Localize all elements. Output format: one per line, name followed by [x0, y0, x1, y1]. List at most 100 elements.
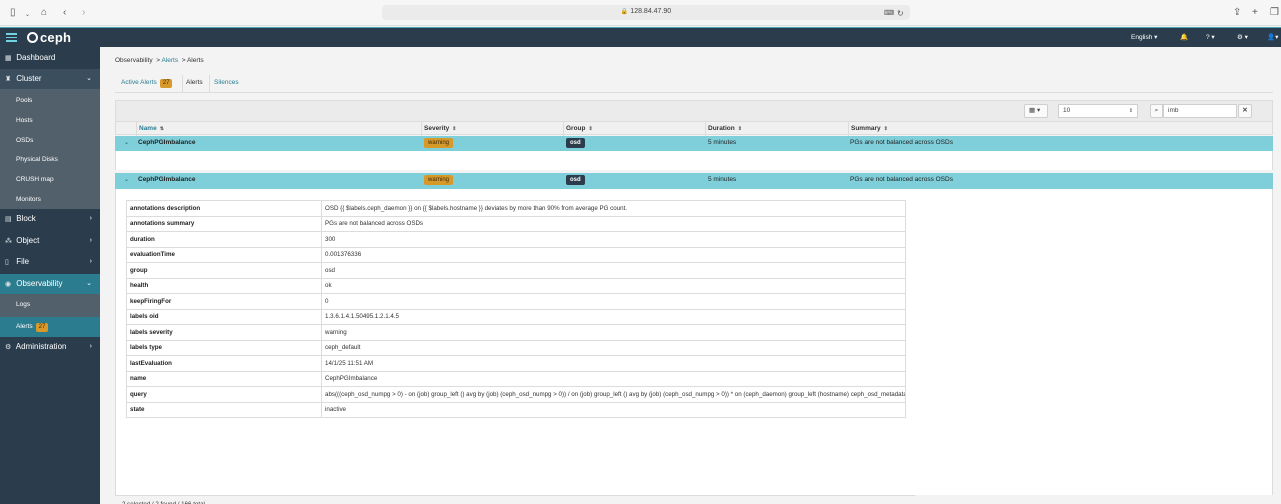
forward-icon[interactable]: ›: [82, 7, 85, 19]
alerts-count-badge: 27: [35, 323, 49, 332]
ceph-logo[interactable]: ceph: [27, 30, 71, 45]
breadcrumb-root: Observability: [115, 57, 153, 64]
tab-label: Active Alerts: [121, 79, 157, 86]
detail-key: name: [126, 370, 322, 387]
sidebar-item-object[interactable]: ⁂ Object ›: [0, 231, 100, 251]
sidebar-item-hosts[interactable]: Hosts: [16, 117, 33, 124]
severity-badge: warning: [424, 175, 454, 185]
sidebar-item-alerts[interactable]: Alerts 27: [0, 317, 100, 337]
spinner-arrows-icon: ⇕: [1128, 108, 1133, 114]
column-label: Group: [566, 125, 586, 132]
sort-icon: ⇕: [883, 126, 888, 132]
eye-icon: ◉: [5, 281, 12, 288]
sidebar-item-observability[interactable]: ◉ Observability ⌄: [0, 274, 100, 294]
menu-icon[interactable]: [6, 31, 17, 42]
detail-value: CephPGImbalance: [321, 370, 906, 387]
detail-value: 0.001376336: [321, 246, 906, 263]
sidebar-item-pools[interactable]: Pools: [16, 97, 32, 104]
group-badge: osd: [566, 138, 585, 148]
sidebar-item-cluster[interactable]: ♜ Cluster ⌄: [0, 69, 100, 89]
detail-key: labels oid: [126, 308, 322, 325]
sidebar-item-crush-map[interactable]: CRUSH map: [16, 176, 54, 183]
url-text: 128.84.47.90: [630, 8, 672, 15]
column-header-duration[interactable]: Duration ⇕: [705, 122, 848, 136]
sidebar-item-physical-disks[interactable]: Physical Disks: [16, 156, 58, 163]
sidebar-item-administration[interactable]: ⚙ Administration ›: [0, 337, 100, 357]
new-tab-icon[interactable]: +: [1252, 7, 1258, 19]
clear-search-button[interactable]: ✕: [1238, 104, 1252, 118]
alert-details-table: annotations description OSD {{ $labels.ce…: [126, 200, 906, 418]
chevron-down-icon[interactable]: ⌄: [124, 176, 129, 183]
detail-key: duration: [126, 231, 322, 248]
tab-silences[interactable]: Silences: [214, 79, 239, 86]
alert-summary: PGs are not balanced across OSDs: [850, 139, 953, 146]
detail-row: group osd: [126, 262, 906, 279]
sidebar-toggle-icon[interactable]: ▯: [10, 7, 16, 19]
tab-alerts[interactable]: Alerts: [186, 79, 203, 86]
chevron-down-icon[interactable]: ⌄: [25, 9, 30, 21]
reload-icon[interactable]: ↻: [897, 8, 904, 20]
detail-row: lastEvaluation 14/1/25 11:51 AM: [126, 355, 906, 372]
alert-duration: 5 minutes: [708, 176, 737, 183]
column-header-group[interactable]: Group ⇕: [563, 122, 705, 136]
address-bar[interactable]: 🔒 128.84.47.90: [382, 5, 910, 20]
sidebar-item-label: Block: [16, 214, 36, 223]
file-icon: ▯: [5, 259, 9, 266]
search-input[interactable]: imb: [1163, 104, 1237, 118]
breadcrumb-alerts-link[interactable]: Alerts: [161, 57, 178, 64]
back-icon[interactable]: ‹: [63, 7, 66, 19]
detail-row: state inactive: [126, 401, 906, 418]
table-row[interactable]: ⌄ CephPGImbalance warning osd 5 minutes …: [115, 136, 1273, 151]
detail-row: keepFiringFor 0: [126, 293, 906, 310]
dashboard-icon: ▦: [5, 55, 12, 62]
page-size-value: 10: [1063, 107, 1071, 114]
detail-row: health ok: [126, 277, 906, 294]
language-selector[interactable]: English ▾: [1131, 33, 1157, 41]
page-size-select[interactable]: 10 ⇕: [1058, 104, 1138, 118]
sidebar-item-osds[interactable]: OSDs: [16, 137, 33, 144]
sidebar-item-label: Observability: [16, 279, 63, 288]
table-row[interactable]: ⌄ CephPGImbalance warning osd 5 minutes …: [115, 173, 1273, 189]
column-label: Duration: [708, 125, 735, 132]
alert-duration: 5 minutes: [708, 139, 737, 146]
tab-active-alerts[interactable]: Active Alerts 27: [121, 79, 173, 88]
table-header: Name ⇅ Severity ⇕ Group ⇕ Duration ⇕ Summary…: [115, 121, 1274, 136]
detail-key: query: [126, 386, 322, 403]
sidebar-item-file[interactable]: ▯ File ›: [0, 252, 100, 272]
column-toggle-button[interactable]: ▦ ▾: [1024, 104, 1048, 118]
detail-row: labels type ceph_default: [126, 339, 906, 356]
sidebar-item-block[interactable]: ▤ Block ›: [0, 209, 100, 229]
help-icon[interactable]: ? ▾: [1206, 33, 1215, 41]
column-header-severity[interactable]: Severity ⇕: [421, 122, 563, 136]
gear-icon[interactable]: ⚙ ▾: [1237, 33, 1248, 41]
sidebar-item-dashboard[interactable]: ▦ Dashboard: [0, 48, 100, 68]
sidebar-item-logs[interactable]: Logs: [16, 301, 30, 308]
column-header-name[interactable]: Name ⇅: [136, 122, 422, 136]
language-label: English: [1131, 34, 1153, 41]
alerts-table-panel: ▦ ▾ 10 ⇕ ⌕ imb ✕ Name ⇅ Severity ⇕ Group ⇕ …: [115, 100, 1273, 504]
sidebar-item-monitors[interactable]: Monitors: [16, 196, 41, 203]
detail-row: duration 300: [126, 231, 906, 248]
user-icon[interactable]: 👤▾: [1267, 33, 1278, 41]
observability-submenu: Logs Alerts 27: [0, 294, 100, 337]
bell-icon[interactable]: 🔔: [1180, 33, 1188, 41]
detail-value: 14/1/25 11:51 AM: [321, 355, 906, 372]
translate-icon[interactable]: ⌨: [884, 8, 894, 20]
detail-row: annotations description OSD {{ $labels.ce…: [126, 200, 906, 217]
share-icon[interactable]: ⇪: [1233, 7, 1241, 19]
column-label: Summary: [851, 125, 881, 132]
detail-row: labels severity warning: [126, 324, 906, 341]
breadcrumb-current: Alerts: [186, 57, 204, 64]
sidebar-item-label: Cluster: [16, 74, 42, 83]
home-icon[interactable]: ⌂: [41, 7, 47, 19]
detail-value: PGs are not balanced across OSDs: [321, 215, 906, 232]
tabs-overview-icon[interactable]: ❐: [1270, 7, 1279, 19]
detail-value: 300: [321, 231, 906, 248]
sidebar-item-label: File: [16, 257, 30, 266]
chevron-down-icon[interactable]: ⌄: [124, 139, 129, 146]
detail-value: warning: [321, 324, 906, 341]
chevron-right-icon: ›: [89, 237, 92, 244]
sidebar: ▦ Dashboard ♜ Cluster ⌄ Pools Hosts OSDs…: [0, 47, 100, 504]
table-footer: 2 selected / 2 found / 166 total: [115, 495, 915, 504]
column-header-summary[interactable]: Summary ⇕: [848, 122, 1274, 136]
